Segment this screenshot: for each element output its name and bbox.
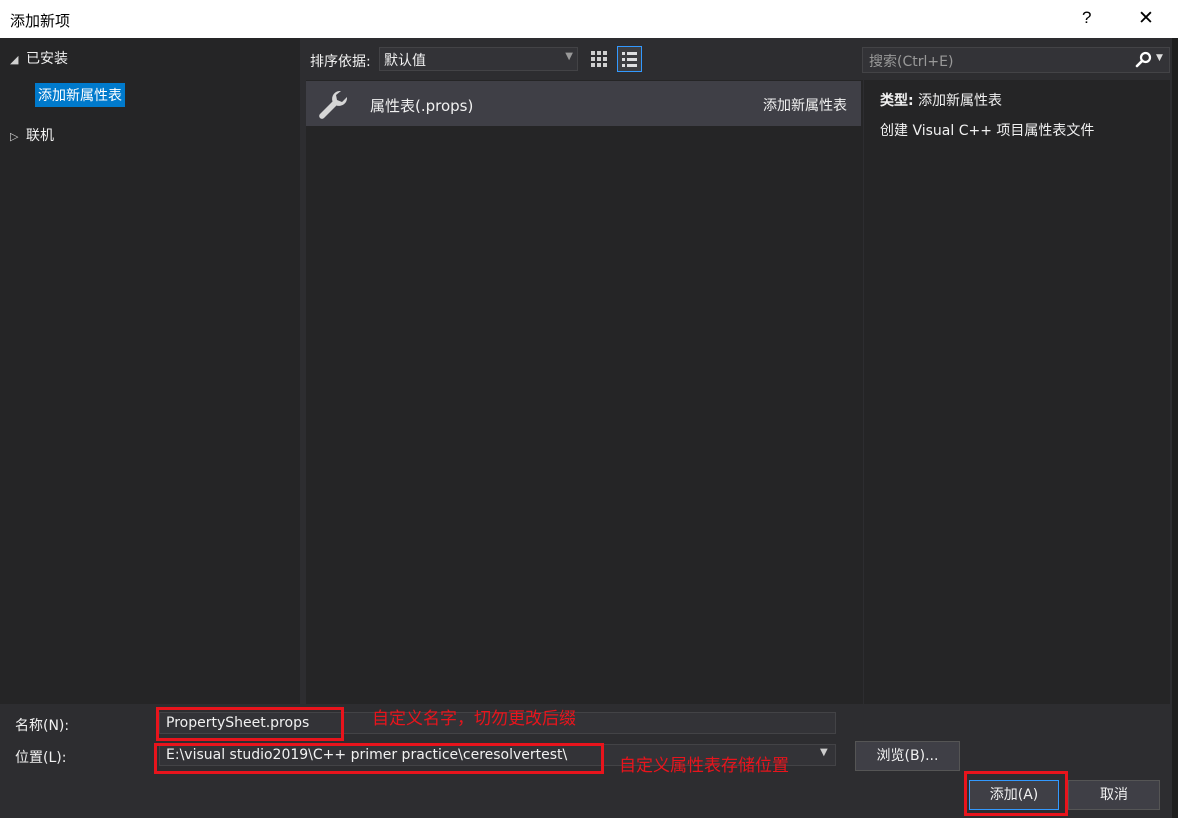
close-button[interactable]: ✕ xyxy=(1135,7,1157,29)
location-dropdown-chevron-icon[interactable]: ▼ xyxy=(820,747,828,758)
cancel-button[interactable]: 取消 xyxy=(1068,780,1160,810)
template-item-property-sheet[interactable]: 属性表(.props) 添加新属性表 xyxy=(306,81,861,126)
details-type: 类型: 添加新属性表 xyxy=(880,90,1002,110)
grid-view-button[interactable] xyxy=(587,46,611,72)
window-title: 添加新项 xyxy=(10,12,71,30)
annotation-box-name xyxy=(156,707,344,741)
template-list xyxy=(306,80,863,704)
sort-label: 排序依据: xyxy=(310,54,371,70)
browse-button[interactable]: 浏览(B)... xyxy=(855,741,960,771)
sort-value: 默认值 xyxy=(384,53,426,69)
tree-node-label: 联机 xyxy=(26,128,54,144)
search-options-chevron-icon[interactable]: ▼ xyxy=(1156,53,1163,63)
name-label: 名称(N): xyxy=(15,718,70,734)
annotation-location-note: 自定义属性表存储位置 xyxy=(619,756,789,776)
search-box[interactable]: ▼ xyxy=(862,47,1170,76)
wrench-icon xyxy=(316,88,350,124)
details-description: 创建 Visual C++ 项目属性表文件 xyxy=(880,123,1095,139)
tree-node-installed[interactable]: ◢ 已安装 xyxy=(10,48,68,68)
chevron-down-icon: ▼ xyxy=(565,51,573,62)
search-input[interactable] xyxy=(863,48,1135,76)
annotation-name-note: 自定义名字，切勿更改后缀 xyxy=(372,709,576,729)
collapsed-arrow-icon[interactable]: ▷ xyxy=(10,130,26,143)
annotation-box-location xyxy=(154,743,604,774)
template-type: 添加新属性表 xyxy=(763,98,847,114)
details-pane xyxy=(864,80,1170,704)
sort-dropdown[interactable]: 默认值 ▼ xyxy=(379,47,578,71)
list-view-button[interactable] xyxy=(617,46,642,72)
help-button[interactable]: ? xyxy=(1082,8,1091,28)
details-type-value: 添加新属性表 xyxy=(918,93,1003,109)
template-name: 属性表(.props) xyxy=(370,97,474,115)
title-bar: 添加新项 ? ✕ xyxy=(0,0,1178,38)
expanded-arrow-icon[interactable]: ◢ xyxy=(10,53,26,66)
list-icon xyxy=(622,52,637,67)
tree-node-label: 已安装 xyxy=(26,51,68,67)
location-label: 位置(L): xyxy=(15,750,67,766)
grid-icon xyxy=(591,51,607,67)
category-tree: ◢ 已安装 添加新属性表 ▷ 联机 xyxy=(0,38,300,704)
annotation-box-add xyxy=(964,771,1068,816)
details-type-label: 类型: xyxy=(880,93,914,109)
tree-node-add-property-sheet[interactable]: 添加新属性表 xyxy=(35,83,125,107)
window-edge xyxy=(1172,38,1178,818)
search-icon[interactable] xyxy=(1135,51,1153,73)
tree-node-online[interactable]: ▷ 联机 xyxy=(10,125,54,145)
